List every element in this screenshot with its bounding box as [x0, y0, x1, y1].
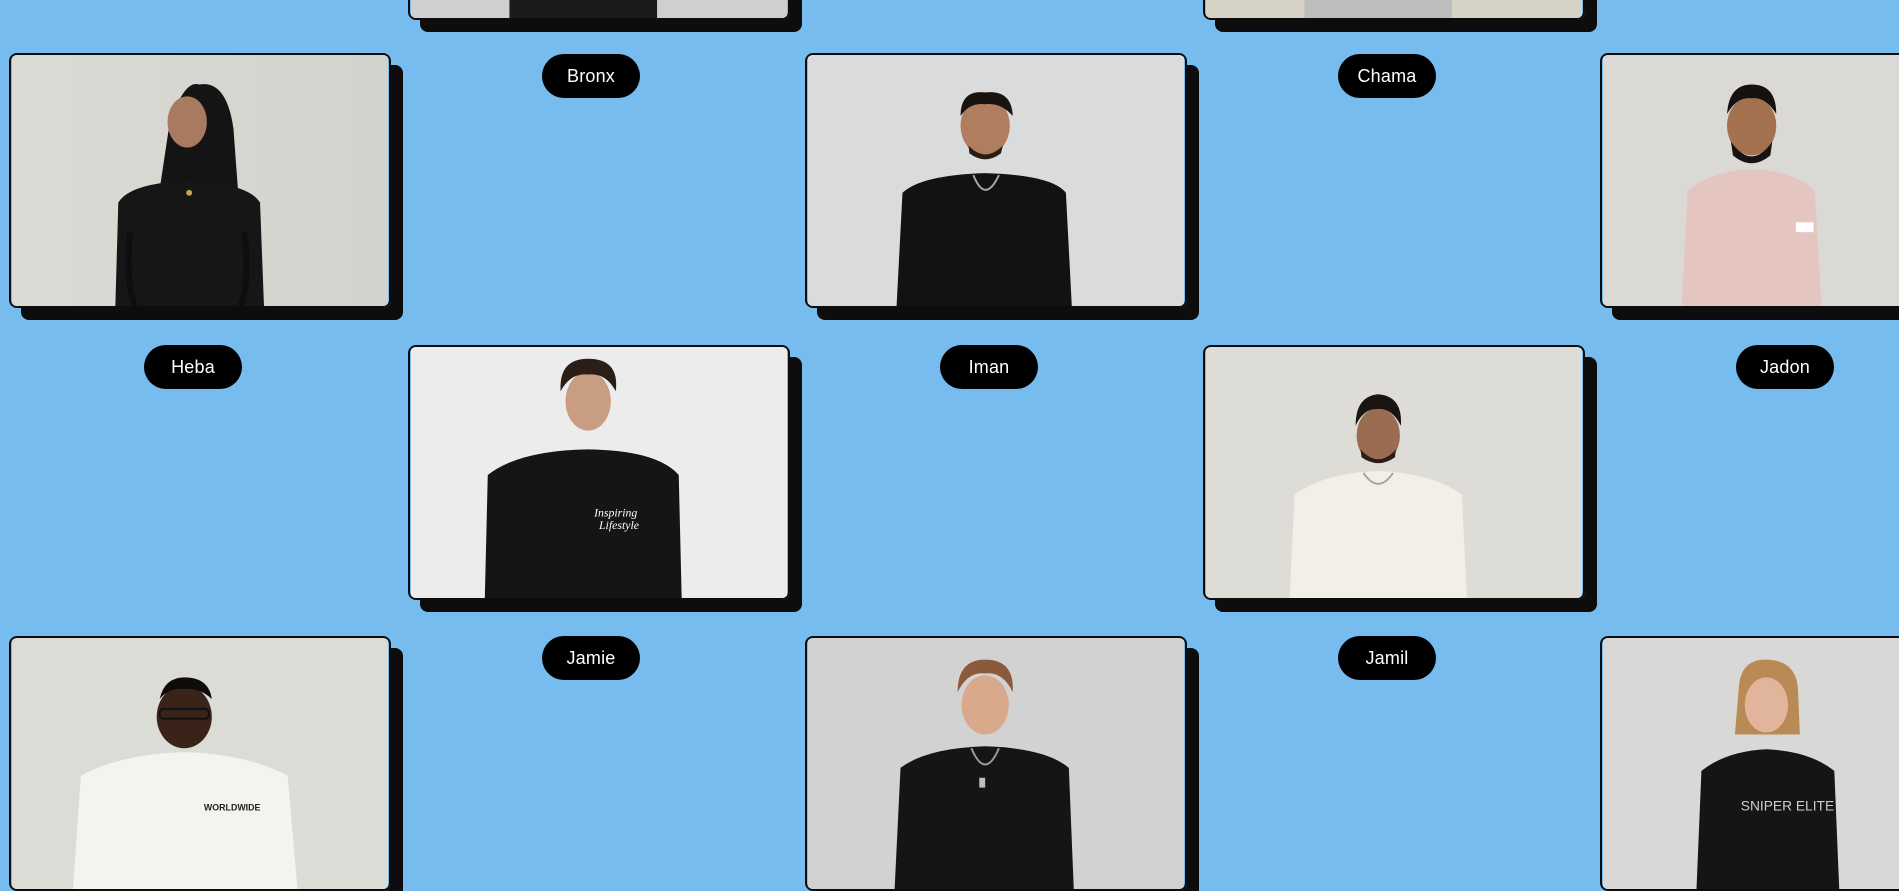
portrait-photo — [1205, 0, 1583, 18]
portrait-photo — [807, 55, 1185, 306]
name-label-heba[interactable]: Heba — [144, 345, 242, 389]
name-label-chama[interactable]: Chama — [1338, 54, 1436, 98]
name-label-jamie[interactable]: Jamie — [542, 636, 640, 680]
shirt-print-text: WORLDWIDE — [204, 802, 261, 812]
portrait-photo: WORLDWIDE — [11, 638, 389, 889]
photo-card-bronx[interactable] — [408, 0, 790, 20]
portrait-photo: SNIPER ELITE — [1602, 638, 1899, 889]
shirt-print-text: SNIPER ELITE — [1741, 798, 1834, 813]
photo-card-person-row3-col3[interactable] — [805, 636, 1187, 891]
portrait-photo — [807, 638, 1185, 889]
photo-card-iman[interactable] — [805, 53, 1187, 308]
name-label-jamil[interactable]: Jamil — [1338, 636, 1436, 680]
portrait-photo — [1205, 347, 1583, 598]
name-label-bronx[interactable]: Bronx — [542, 54, 640, 98]
photo-card-person-row3-col5[interactable]: SNIPER ELITE — [1600, 636, 1899, 891]
photo-card-chama[interactable] — [1203, 0, 1585, 20]
photo-card-person-row3-col1[interactable]: WORLDWIDE — [9, 636, 391, 891]
portrait-photo — [410, 0, 788, 18]
photo-card-heba[interactable] — [9, 53, 391, 308]
photo-card-jadon[interactable] — [1600, 53, 1899, 308]
portrait-photo — [1602, 55, 1899, 306]
name-label-iman[interactable]: Iman — [940, 345, 1038, 389]
portrait-photo: Inspiring Lifestyle — [410, 347, 788, 598]
portrait-photo — [11, 55, 389, 306]
svg-text:Lifestyle: Lifestyle — [598, 518, 639, 532]
photo-card-jamil[interactable] — [1203, 345, 1585, 600]
name-label-jadon[interactable]: Jadon — [1736, 345, 1834, 389]
photo-card-jamie[interactable]: Inspiring Lifestyle — [408, 345, 790, 600]
